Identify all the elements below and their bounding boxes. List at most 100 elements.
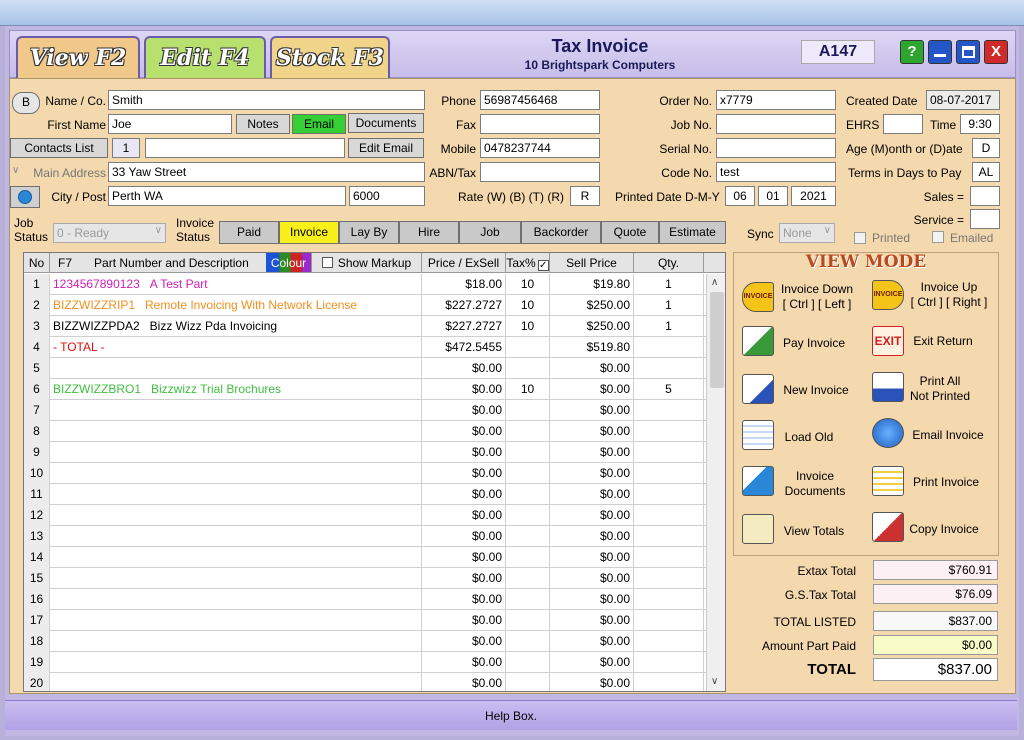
table-row[interactable]: 2 BIZZWIZZRIP1 Remote Invoicing With Netwo…: [24, 295, 710, 316]
cell-qty[interactable]: [634, 337, 704, 358]
cell-tax[interactable]: 10: [506, 316, 550, 337]
cell-no[interactable]: 15: [24, 568, 50, 589]
table-row[interactable]: 7 $0.00 $0.00: [24, 400, 710, 421]
invoice-down-button[interactable]: Invoice Down[ Ctrl ] [ Left ]: [776, 282, 858, 312]
minimize-icon[interactable]: [928, 40, 952, 64]
close-icon[interactable]: X: [984, 40, 1008, 64]
cell-tax[interactable]: 10: [506, 379, 550, 400]
cell-tax[interactable]: [506, 652, 550, 673]
cell-sell[interactable]: $0.00: [550, 358, 634, 379]
invoice-documents-icon[interactable]: [742, 466, 774, 496]
printed-month-field[interactable]: 01: [758, 186, 788, 206]
colour-button[interactable]: Colour: [266, 253, 312, 273]
cell-sell[interactable]: $519.80: [550, 337, 634, 358]
cell-qty[interactable]: [634, 358, 704, 379]
tab-view[interactable]: View F2: [16, 36, 140, 78]
part-cell[interactable]: [50, 631, 422, 652]
view-totals-button[interactable]: View Totals: [776, 524, 852, 539]
postcode-field[interactable]: 6000: [349, 186, 425, 206]
table-row[interactable]: 13 $0.00 $0.00: [24, 526, 710, 547]
grid-scrollbar[interactable]: ∧ ∨: [706, 274, 725, 691]
table-row[interactable]: 14 $0.00 $0.00: [24, 547, 710, 568]
cell-tax[interactable]: [506, 673, 550, 691]
cell-price[interactable]: $0.00: [422, 442, 506, 463]
cell-qty[interactable]: [634, 631, 704, 652]
copy-invoice-icon[interactable]: [872, 512, 904, 542]
job-status-select[interactable]: 0 - Ready ∨: [53, 223, 166, 243]
status-estimate-button[interactable]: Estimate: [659, 221, 726, 244]
status-backorder-button[interactable]: Backorder: [521, 221, 601, 244]
table-row[interactable]: 15 $0.00 $0.00: [24, 568, 710, 589]
part-cell[interactable]: [50, 526, 422, 547]
cell-sell[interactable]: $0.00: [550, 421, 634, 442]
cell-tax[interactable]: [506, 442, 550, 463]
help-icon[interactable]: ?: [900, 40, 924, 64]
exit-icon[interactable]: EXIT: [872, 326, 904, 356]
printed-checkbox[interactable]: [854, 232, 866, 244]
cell-no[interactable]: 18: [24, 631, 50, 652]
copy-invoice-button[interactable]: Copy Invoice: [906, 522, 982, 537]
part-cell[interactable]: [50, 484, 422, 505]
table-row[interactable]: 20 $0.00 $0.00: [24, 673, 710, 691]
cell-price[interactable]: $0.00: [422, 463, 506, 484]
invoice-up-icon[interactable]: INVOICE: [872, 280, 904, 310]
cell-sell[interactable]: $0.00: [550, 505, 634, 526]
phone-field[interactable]: 56987456468: [480, 90, 600, 110]
cell-sell[interactable]: $250.00: [550, 295, 634, 316]
rate-field[interactable]: R: [570, 186, 600, 206]
cell-sell[interactable]: $0.00: [550, 526, 634, 547]
cell-tax[interactable]: [506, 547, 550, 568]
abn-field[interactable]: [480, 162, 600, 182]
cell-no[interactable]: 10: [24, 463, 50, 484]
cell-price[interactable]: $0.00: [422, 358, 506, 379]
cell-qty[interactable]: [634, 400, 704, 421]
table-row[interactable]: 5 $0.00 $0.00: [24, 358, 710, 379]
cell-no[interactable]: 8: [24, 421, 50, 442]
cell-qty[interactable]: [634, 484, 704, 505]
name-field[interactable]: Smith: [108, 90, 425, 110]
maximize-icon[interactable]: [956, 40, 980, 64]
cell-no[interactable]: 3: [24, 316, 50, 337]
cell-price[interactable]: $0.00: [422, 505, 506, 526]
time-field[interactable]: 9:30: [960, 114, 1000, 134]
email-button[interactable]: Email: [292, 114, 346, 134]
cell-sell[interactable]: $0.00: [550, 673, 634, 691]
cell-price[interactable]: $0.00: [422, 547, 506, 568]
exit-return-button[interactable]: Exit Return: [908, 334, 978, 349]
part-cell[interactable]: - TOTAL -: [50, 337, 422, 358]
table-row[interactable]: 1 1234567890123 A Test Part $18.00 10 $19.80 1: [24, 274, 710, 295]
cell-tax[interactable]: [506, 589, 550, 610]
cell-qty[interactable]: [634, 673, 704, 691]
tab-edit[interactable]: Edit F4: [144, 36, 266, 78]
new-invoice-icon[interactable]: [742, 374, 774, 404]
first-name-field[interactable]: Joe: [108, 114, 232, 134]
status-layby-button[interactable]: Lay By: [339, 221, 399, 244]
table-row[interactable]: 8 $0.00 $0.00: [24, 421, 710, 442]
part-cell[interactable]: BIZZWIZZPDA2 Bizz Wizz Pda Invoicing: [50, 316, 422, 337]
b-button[interactable]: B: [12, 92, 40, 114]
invoice-up-button[interactable]: Invoice Up[ Ctrl ] [ Right ]: [904, 280, 994, 310]
cell-qty[interactable]: 1: [634, 316, 704, 337]
cell-no[interactable]: 6: [24, 379, 50, 400]
cell-qty[interactable]: 1: [634, 274, 704, 295]
cell-qty[interactable]: [634, 610, 704, 631]
fax-field[interactable]: [480, 114, 600, 134]
printed-day-field[interactable]: 06: [725, 186, 755, 206]
tab-stock[interactable]: Stock F3: [270, 36, 390, 78]
cell-price[interactable]: $0.00: [422, 631, 506, 652]
cell-qty[interactable]: [634, 526, 704, 547]
status-invoice-button[interactable]: Invoice: [279, 221, 339, 244]
service-field[interactable]: [970, 209, 1000, 229]
scrollbar-thumb[interactable]: [710, 292, 724, 388]
notes-button[interactable]: Notes: [236, 114, 290, 134]
print-invoice-icon[interactable]: [872, 466, 904, 496]
tax-checkbox[interactable]: ✓: [537, 260, 549, 271]
show-markup-toggle[interactable]: Show Markup: [312, 253, 422, 273]
cell-price[interactable]: $0.00: [422, 400, 506, 421]
cell-sell[interactable]: $0.00: [550, 463, 634, 484]
part-cell[interactable]: [50, 589, 422, 610]
cell-price[interactable]: $0.00: [422, 610, 506, 631]
table-row[interactable]: 6 BIZZWIZZBRO1 Bizzwizz Trial Brochures $0.…: [24, 379, 710, 400]
cell-tax[interactable]: [506, 463, 550, 484]
cell-sell[interactable]: $0.00: [550, 610, 634, 631]
